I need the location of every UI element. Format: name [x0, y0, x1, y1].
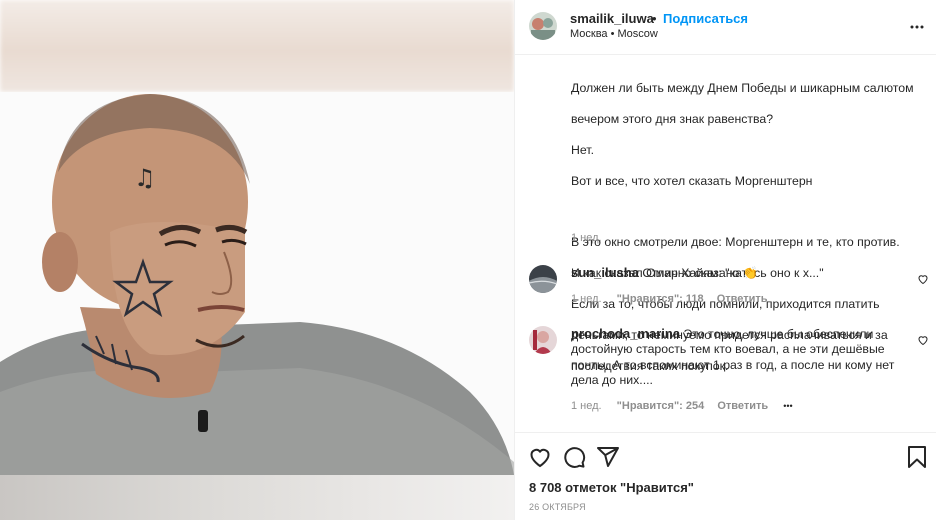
post-photo: ♫	[0, 92, 514, 475]
portrait-illustration: ♫	[0, 94, 514, 475]
comment-2-likes[interactable]: "Нравится": 254	[617, 400, 705, 412]
post-date[interactable]: 26 ОКТЯБРЯ	[529, 502, 586, 512]
heart-icon[interactable]	[528, 445, 552, 469]
blurred-image-top	[0, 0, 514, 92]
comment-2-more-options-icon[interactable]: •••	[783, 401, 792, 411]
author-username[interactable]: smailik_iluwa	[570, 11, 654, 26]
comment-2-username[interactable]: prochoda_marina	[571, 326, 680, 341]
comment-2-meta: 1 нед. "Нравится": 254 Ответить •••	[571, 400, 793, 412]
comment-2-heart-icon[interactable]	[917, 333, 929, 346]
comment-icon[interactable]	[562, 445, 586, 469]
comment-1-reply-button[interactable]: Ответить	[717, 293, 768, 305]
caption-line: Должен ли быть между Днем Победы и шикар…	[571, 81, 914, 96]
comment-1-heart-icon[interactable]	[917, 272, 929, 285]
caption-line: В это окно смотрели двое: Моргенштерн и …	[571, 235, 900, 250]
caption-timestamp[interactable]: 1 нед.	[571, 232, 602, 244]
commenter-avatar[interactable]	[529, 265, 557, 293]
caption-line: вечером этого дня знак равенства?	[571, 112, 774, 127]
comment-1-time[interactable]: 1 нед.	[571, 293, 602, 305]
comment-2-body: prochoda_marina Это точно, лучше бы обес…	[571, 326, 901, 389]
comment-1-likes[interactable]: "Нравится": 118	[617, 293, 704, 305]
commenter-avatar-image	[529, 265, 557, 293]
comment-1-text: Отлично сказано 👏	[642, 266, 759, 280]
follow-button[interactable]: Подписаться	[663, 11, 748, 26]
post-media[interactable]: ♫	[0, 0, 514, 520]
caption-line: Нет.	[571, 143, 594, 158]
post-sidebar: smailik_iluwa • Подписаться Москва • Mos…	[514, 0, 936, 520]
post-actions: 8 708 отметок "Нравится" 26 ОКТЯБРЯ	[515, 432, 936, 521]
bookmark-icon[interactable]	[906, 445, 928, 469]
commenter-avatar[interactable]	[529, 326, 557, 354]
commenter-avatar-image	[529, 326, 557, 354]
like-count[interactable]: 8 708 отметок "Нравится"	[529, 480, 694, 495]
comment-1-body: sun_ilusha Отлично сказано 👏	[571, 265, 901, 281]
caption-line: Вот и все, что хотел сказать Моргенштерн	[571, 173, 813, 188]
author-avatar-image	[529, 12, 557, 40]
author-avatar[interactable]	[529, 12, 557, 40]
share-icon[interactable]	[596, 445, 620, 469]
blurred-image-bottom	[0, 475, 514, 520]
comment-1-meta: 1 нед. "Нравится": 118 Ответить	[571, 293, 768, 305]
post-location[interactable]: Москва • Moscow	[570, 28, 658, 40]
comment-2-reply-button[interactable]: Ответить	[717, 400, 768, 412]
comment-1-username[interactable]: sun_ilusha	[571, 265, 639, 280]
more-options-icon[interactable]	[909, 19, 925, 35]
svg-text:♫: ♫	[134, 164, 156, 192]
post-header: smailik_iluwa • Подписаться Москва • Mos…	[515, 0, 936, 55]
header-separator-dot: •	[652, 11, 657, 26]
comment-2-time[interactable]: 1 нед.	[571, 400, 602, 412]
